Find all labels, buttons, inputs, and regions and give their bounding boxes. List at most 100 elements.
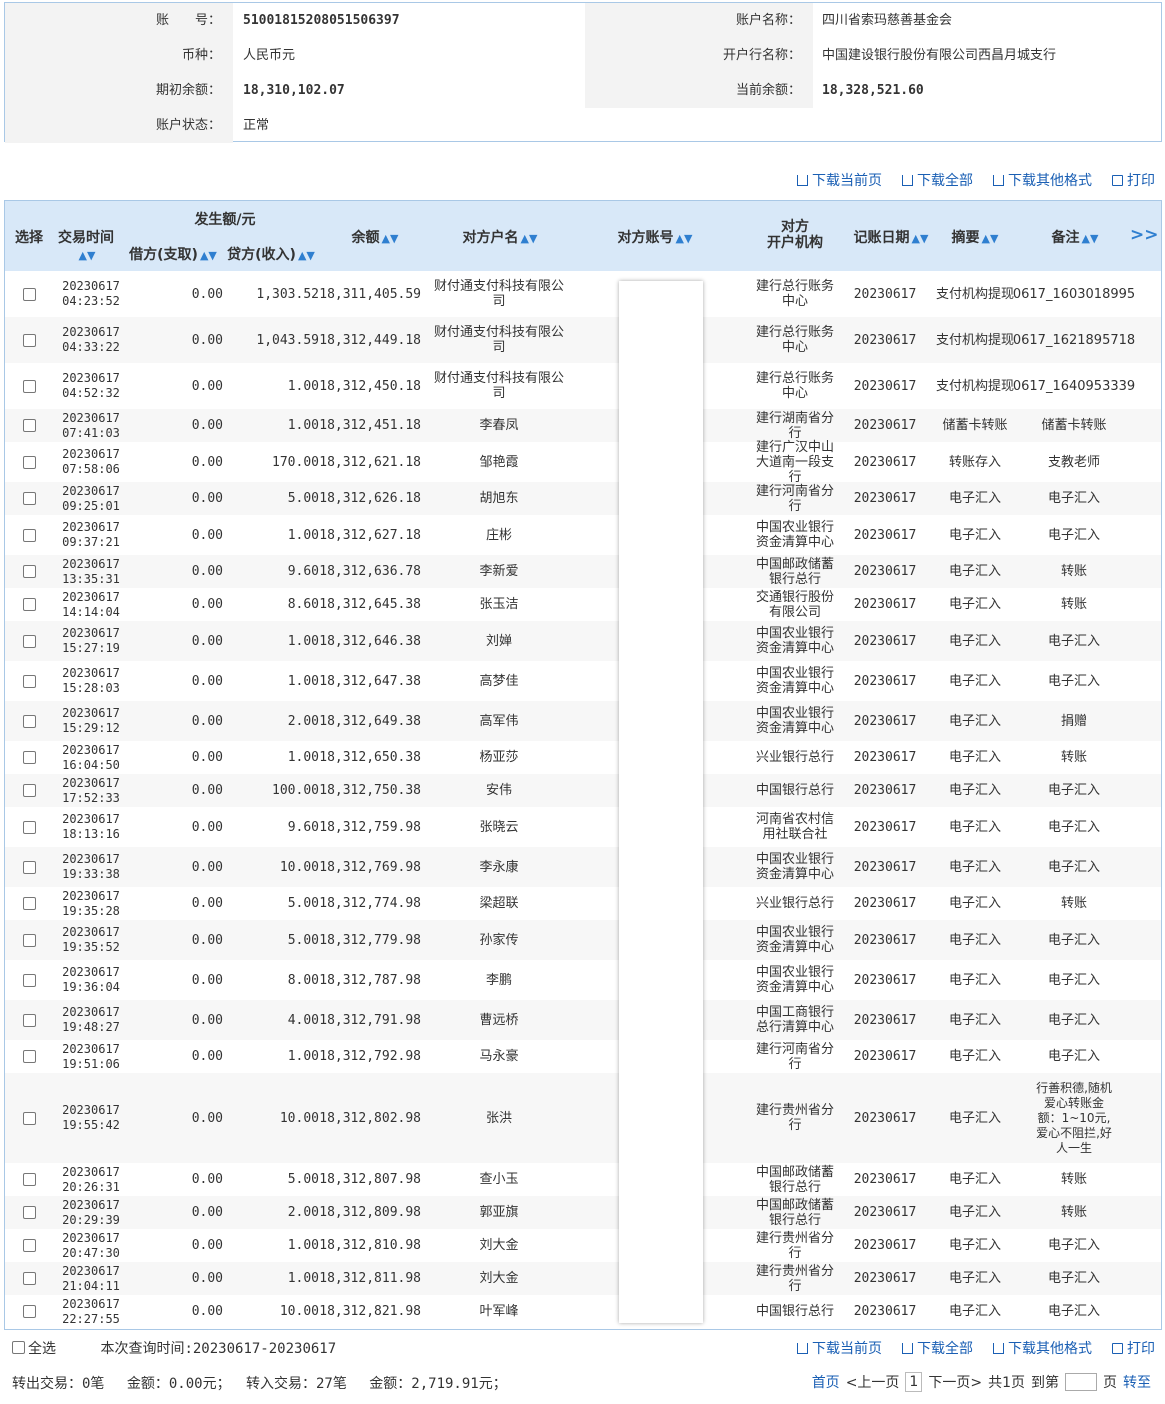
- row-checkbox[interactable]: [22, 860, 36, 874]
- row-checkbox[interactable]: [22, 492, 36, 505]
- table-row[interactable]: 20230617 22:27:55 0.00 10.00 18,312,821.98 叶军…: [5, 1295, 1161, 1328]
- row-checkbox[interactable]: [22, 1206, 36, 1219]
- row-checkbox[interactable]: [22, 1305, 36, 1318]
- first-page-link[interactable]: 首页: [812, 1372, 840, 1392]
- download-other-format-link[interactable]: 下载其他格式: [993, 1338, 1092, 1358]
- col-remark-header[interactable]: 备注 ▲▼: [1040, 227, 1110, 247]
- sort-icon[interactable]: ▲▼: [382, 232, 399, 245]
- row-checkbox[interactable]: [22, 674, 36, 688]
- print-link[interactable]: 打印: [1112, 1338, 1155, 1358]
- cell-time: 20230617 21:04:11: [49, 1262, 133, 1295]
- row-checkbox[interactable]: [22, 784, 36, 797]
- row-select-cell: [9, 1295, 49, 1328]
- go-button[interactable]: 转至: [1123, 1372, 1151, 1392]
- col-cp-name-header[interactable]: 对方户名 ▲▼: [425, 227, 575, 247]
- table-row[interactable]: 2023061709:37:210.001.0018,312,627.18庄彬6…: [5, 515, 1161, 555]
- download-all-link[interactable]: 下载全部: [902, 1338, 973, 1358]
- account-status-label: 账户状态：: [5, 108, 233, 143]
- table-row[interactable]: 20230617 20:26:31 0.00 5.00 18,312,807.98 查小玉…: [5, 1163, 1161, 1196]
- print-link[interactable]: 打印: [1112, 170, 1155, 190]
- cell-bank: 中国农业银行资金清算中心: [755, 666, 834, 696]
- col-post-date-header[interactable]: 记账日期 ▲▼: [851, 227, 931, 247]
- table-row[interactable]: 20230617 14:14:04 0.00 8.60 18,312,645.38 张玉洁…: [5, 588, 1161, 621]
- row-checkbox[interactable]: [22, 933, 36, 947]
- row-checkbox[interactable]: [22, 565, 36, 578]
- sort-icon[interactable]: ▲▼: [982, 232, 999, 245]
- cell-name: 李鹏: [485, 972, 512, 988]
- cell-post: 20230617: [853, 564, 917, 579]
- row-checkbox[interactable]: [22, 419, 36, 432]
- table-row[interactable]: 20230617 17:52:33 0.00 100.00 18,312,750.38 安…: [5, 774, 1161, 807]
- table-row[interactable]: 2023061719:36:040.008.0018,312,787.98李鹏6…: [5, 960, 1161, 1000]
- table-row[interactable]: 20230617 09:25:01 0.00 5.00 18,312,626.18 胡旭东…: [5, 482, 1161, 515]
- table-row[interactable]: 20230617 19:48:27 0.00 4.00 18,312,791.98 曹远桥…: [5, 1000, 1161, 1040]
- table-row[interactable]: 20230617 19:51:06 0.00 1.00 18,312,792.98 马永豪…: [5, 1040, 1161, 1073]
- table-row[interactable]: 20230617 19:35:52 0.00 5.00 18,312,779.98 孙家传…: [5, 920, 1161, 960]
- table-row[interactable]: 20230617 19:33:38 0.00 10.00 18,312,769.98 李永…: [5, 847, 1161, 887]
- table-row[interactable]: 20230617 20:29:39 0.00 2.00 18,312,809.98 郭亚旗…: [5, 1196, 1161, 1229]
- table-row[interactable]: 20230617 15:28:03 0.00 1.00 18,312,647.38 高梦佳…: [5, 661, 1161, 701]
- row-checkbox[interactable]: [22, 1272, 36, 1285]
- row-checkbox[interactable]: [22, 634, 36, 648]
- table-row[interactable]: 20230617 16:04:50 0.00 1.00 18,312,650.38 杨亚莎…: [5, 741, 1161, 774]
- cell-bank: 中国银行总行: [755, 1304, 834, 1319]
- more-columns-button[interactable]: >>: [1130, 225, 1159, 245]
- table-row[interactable]: 20230617 19:35:28 0.00 5.00 18,312,774.98 梁超联…: [5, 887, 1161, 920]
- col-cp-account-header[interactable]: 对方账号 ▲▼: [590, 227, 720, 247]
- sort-icon[interactable]: ▲▼: [79, 249, 96, 262]
- table-row[interactable]: 20230617 13:35:31 0.00 9.60 18,312,636.78 李新爱…: [5, 555, 1161, 588]
- row-checkbox[interactable]: [22, 1111, 36, 1125]
- row-checkbox[interactable]: [22, 379, 36, 393]
- download-other-format-link[interactable]: 下载其他格式: [993, 170, 1092, 190]
- row-checkbox[interactable]: [22, 598, 36, 611]
- row-checkbox[interactable]: [22, 897, 36, 910]
- sort-icon[interactable]: ▲▼: [521, 232, 538, 245]
- table-row[interactable]: 20230617 15:29:12 0.00 2.00 18,312,649.38 高军伟…: [5, 701, 1161, 741]
- sort-icon[interactable]: ▲▼: [298, 249, 315, 262]
- row-checkbox[interactable]: [22, 1239, 36, 1252]
- table-row[interactable]: 20230617 04:52:32 0.00 1.00 18,312,450.18 财付通…: [5, 363, 1161, 409]
- col-balance-header[interactable]: 余额 ▲▼: [325, 227, 425, 247]
- table-row[interactable]: 20230617 07:58:06 0.00 170.00 18,312,621.18 邹…: [5, 440, 1161, 485]
- download-all-link[interactable]: 下载全部: [902, 170, 973, 190]
- download-page-link[interactable]: 下载当前页: [797, 170, 882, 190]
- download-icon: [902, 1343, 913, 1354]
- table-row[interactable]: 20230617 18:13:16 0.00 9.60 18,312,759.98 张晓云…: [5, 807, 1161, 847]
- goto-page-input[interactable]: [1065, 1373, 1097, 1391]
- table-row[interactable]: 20230617 20:47:30 0.00 1.00 18,312,810.98 刘大金…: [5, 1229, 1161, 1262]
- row-checkbox[interactable]: [22, 455, 36, 469]
- col-summary-header[interactable]: 摘要 ▲▼: [940, 227, 1010, 247]
- prev-page-link[interactable]: <上一页: [846, 1372, 900, 1392]
- table-row[interactable]: 20230617 04:23:52 0.00 1,303.52 18,311,405.5…: [5, 271, 1161, 317]
- row-checkbox[interactable]: [22, 287, 36, 301]
- table-row[interactable]: 20230617 19:55:42 0.00 10.00 18,312,802.98 张洪…: [5, 1073, 1161, 1163]
- select-all-checkbox[interactable]: [12, 1341, 25, 1354]
- next-page-link[interactable]: 下一页>: [928, 1372, 982, 1392]
- table-row[interactable]: 2023061715:27:190.001.0018,312,646.38刘婵6…: [5, 621, 1161, 661]
- row-checkbox[interactable]: [22, 1013, 36, 1027]
- row-checkbox[interactable]: [22, 528, 36, 542]
- sort-icon[interactable]: ▲▼: [1082, 232, 1099, 245]
- download-page-link[interactable]: 下载当前页: [797, 1338, 882, 1358]
- cell-time: 20230617 04:33:22: [49, 317, 133, 363]
- row-checkbox[interactable]: [22, 751, 36, 764]
- table-row[interactable]: 20230617 04:33:22 0.00 1,043.59 18,312,449.1…: [5, 317, 1161, 363]
- table-header: 选择 交易时间▲▼ 发生额/元 借方(支取) ▲▼ 贷方(收入) ▲▼ 余额 ▲▼ 对…: [5, 201, 1161, 271]
- col-time-header[interactable]: 交易时间 ▲▼: [49, 227, 123, 263]
- cell-sum: 电子汇入: [948, 527, 1001, 543]
- current-page[interactable]: 1: [905, 1372, 923, 1392]
- sort-icon[interactable]: ▲▼: [912, 232, 929, 245]
- table-row[interactable]: 20230617 07:41:03 0.00 1.00 18,312,451.18 李春凤…: [5, 409, 1161, 442]
- sort-icon[interactable]: ▲▼: [200, 249, 217, 262]
- col-credit-header[interactable]: 贷方(收入) ▲▼: [223, 244, 319, 264]
- col-debit-header[interactable]: 借方(支取) ▲▼: [123, 244, 223, 264]
- table-row[interactable]: 20230617 21:04:11 0.00 1.00 18,312,811.98 刘大金…: [5, 1262, 1161, 1295]
- row-checkbox[interactable]: [22, 714, 36, 728]
- cell-clock: 22:27:55: [62, 1311, 120, 1326]
- sort-icon[interactable]: ▲▼: [676, 232, 693, 245]
- row-checkbox[interactable]: [22, 333, 36, 347]
- row-checkbox[interactable]: [22, 973, 36, 987]
- row-checkbox[interactable]: [22, 1173, 36, 1186]
- row-checkbox[interactable]: [22, 820, 36, 834]
- row-checkbox[interactable]: [22, 1050, 36, 1063]
